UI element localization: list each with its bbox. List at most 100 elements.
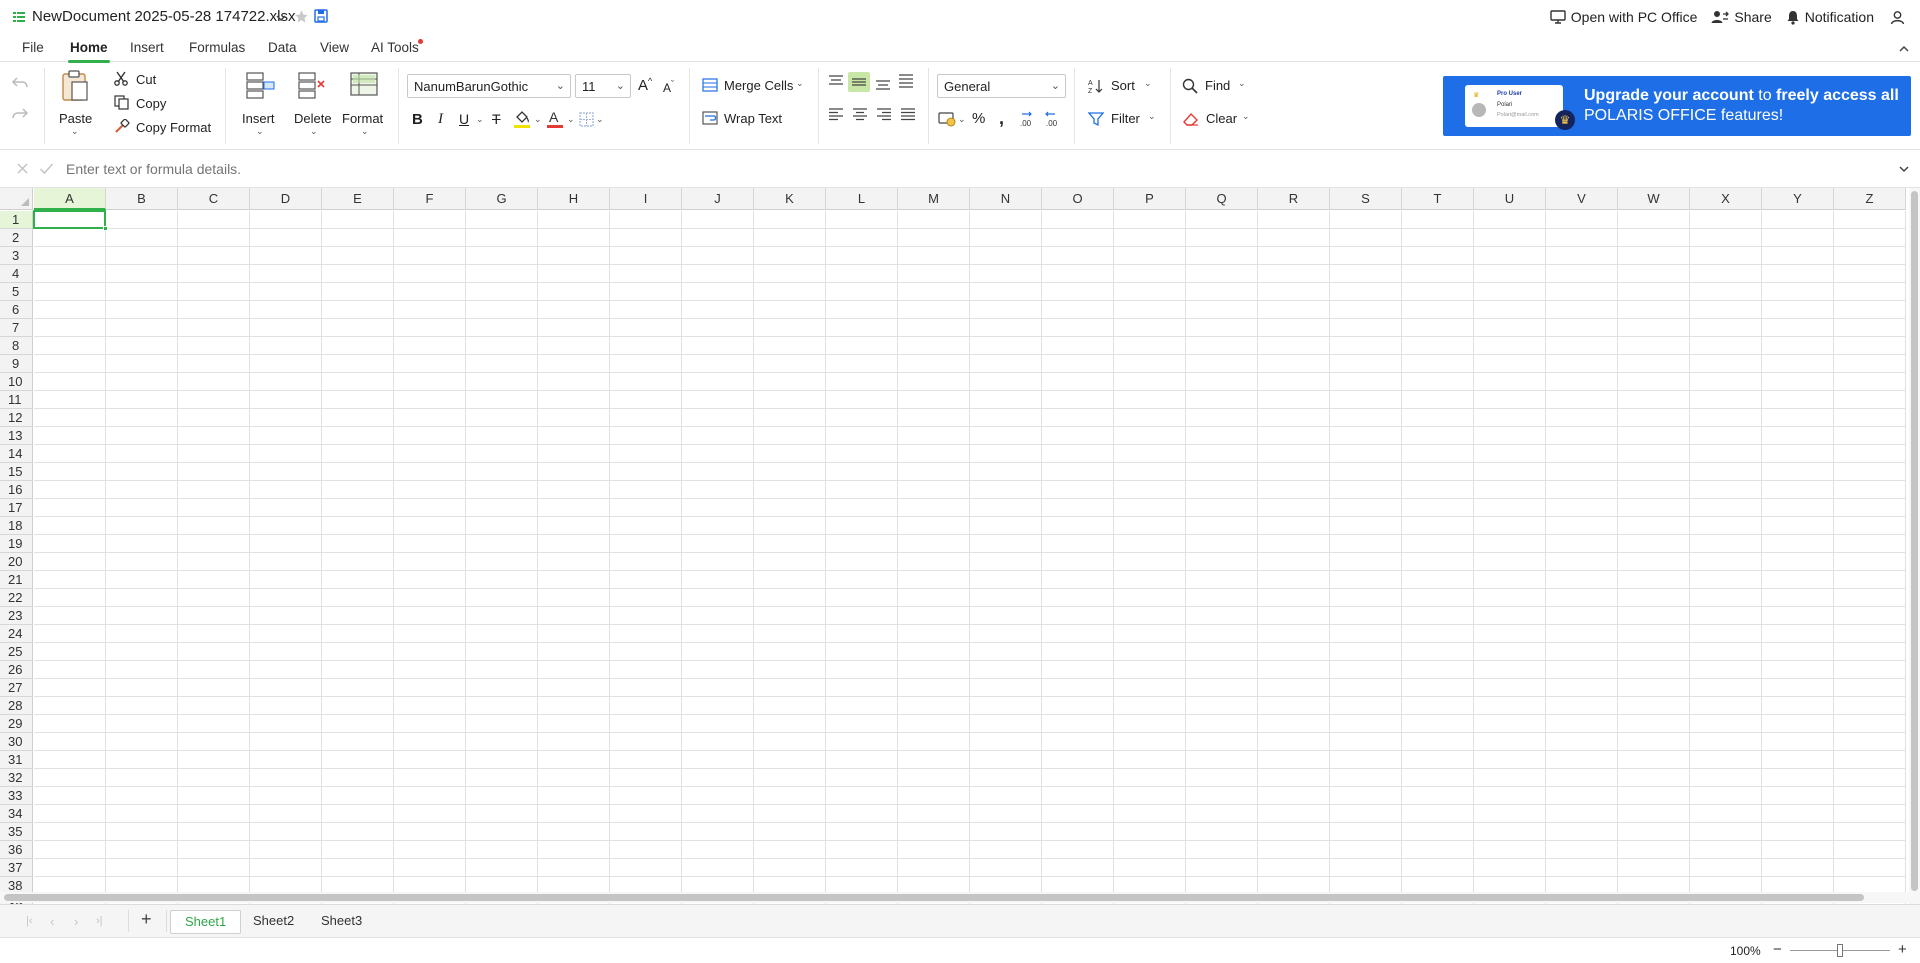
wrap-text-button[interactable]: Wrap Text	[700, 107, 800, 131]
horizontal-scrollbar[interactable]	[0, 892, 1909, 903]
align-center-icon[interactable]	[852, 107, 868, 124]
copy-button[interactable]: Copy	[112, 92, 202, 114]
align-top-icon[interactable]	[828, 74, 844, 91]
font-name-dropdown[interactable]: NanumBarunGothic ⌄	[407, 74, 571, 98]
row-header-26[interactable]: 26	[0, 661, 33, 679]
sheet-tab-sheet3[interactable]: Sheet3	[307, 910, 376, 934]
row-header-34[interactable]: 34	[0, 805, 33, 823]
row-header-17[interactable]: 17	[0, 499, 33, 517]
row-header-18[interactable]: 18	[0, 517, 33, 535]
row-header-27[interactable]: 27	[0, 679, 33, 697]
justify-icon[interactable]	[900, 107, 916, 124]
column-header-o[interactable]: O	[1042, 188, 1114, 210]
column-header-a[interactable]: A	[34, 188, 106, 210]
column-header-j[interactable]: J	[682, 188, 754, 210]
row-header-28[interactable]: 28	[0, 697, 33, 715]
formula-input[interactable]	[66, 158, 1566, 180]
column-header-m[interactable]: M	[898, 188, 970, 210]
open-with-pc-office-button[interactable]: Open with PC Office	[1550, 9, 1697, 25]
column-header-x[interactable]: X	[1690, 188, 1762, 210]
column-header-u[interactable]: U	[1474, 188, 1546, 210]
vertical-scrollbar[interactable]	[1909, 188, 1920, 904]
collapse-ribbon-icon[interactable]	[1898, 42, 1910, 57]
undo-icon[interactable]	[11, 76, 29, 93]
tab-insert[interactable]: Insert	[130, 40, 164, 55]
row-header-4[interactable]: 4	[0, 265, 33, 283]
italic-icon[interactable]: I	[438, 111, 443, 128]
column-header-s[interactable]: S	[1330, 188, 1402, 210]
row-header-3[interactable]: 3	[0, 247, 33, 265]
vertical-scroll-thumb[interactable]	[1911, 191, 1918, 891]
column-header-r[interactable]: R	[1258, 188, 1330, 210]
column-header-l[interactable]: L	[826, 188, 898, 210]
row-header-9[interactable]: 9	[0, 355, 33, 373]
row-header-12[interactable]: 12	[0, 409, 33, 427]
find-button[interactable]: Find ⌄	[1180, 74, 1250, 98]
insert-cells-button[interactable]: Insert ⌄	[240, 68, 280, 148]
row-header-10[interactable]: 10	[0, 373, 33, 391]
row-header-37[interactable]: 37	[0, 859, 33, 877]
row-header-32[interactable]: 32	[0, 769, 33, 787]
selected-cell[interactable]	[33, 210, 106, 229]
copy-format-button[interactable]: Copy Format	[112, 116, 222, 138]
increase-font-size-icon[interactable]: A^	[638, 76, 652, 94]
currency-format-icon[interactable]	[938, 110, 958, 131]
bold-icon[interactable]: B	[412, 111, 423, 128]
share-button[interactable]: Share	[1711, 9, 1772, 25]
paste-button[interactable]: Paste ⌄	[56, 68, 94, 148]
expand-formula-icon[interactable]	[1898, 162, 1910, 177]
column-header-v[interactable]: V	[1546, 188, 1618, 210]
cancel-formula-icon[interactable]	[16, 162, 29, 178]
chevron-down-icon[interactable]: ⌄	[596, 114, 604, 125]
row-header-35[interactable]: 35	[0, 823, 33, 841]
column-header-w[interactable]: W	[1618, 188, 1690, 210]
prev-sheet-icon[interactable]: ‹	[50, 914, 54, 929]
account-button[interactable]	[1890, 10, 1910, 25]
column-header-h[interactable]: H	[538, 188, 610, 210]
column-header-n[interactable]: N	[970, 188, 1042, 210]
borders-icon[interactable]	[579, 112, 594, 130]
spreadsheet-grid[interactable]: ABCDEFGHIJKLMNOPQRSTUVWXYZ 1 2 3 4 5 6 7 8 9 10 11…	[0, 188, 1920, 904]
tab-home[interactable]: Home	[68, 40, 110, 63]
justify-vertical-icon[interactable]	[898, 74, 914, 91]
row-header-24[interactable]: 24	[0, 625, 33, 643]
tab-formulas[interactable]: Formulas	[189, 40, 245, 55]
font-color-icon[interactable]: A	[546, 109, 564, 132]
row-header-14[interactable]: 14	[0, 445, 33, 463]
comma-style-icon[interactable]: ,	[999, 108, 1004, 129]
row-header-19[interactable]: 19	[0, 535, 33, 553]
zoom-in-button[interactable]: +	[1898, 941, 1907, 958]
horizontal-scroll-thumb[interactable]	[4, 894, 1864, 901]
row-header-16[interactable]: 16	[0, 481, 33, 499]
last-sheet-icon[interactable]: ›|	[96, 915, 103, 927]
tab-ai-tools[interactable]: AI Tools	[371, 40, 419, 55]
delete-cells-button[interactable]: Delete ⌄	[292, 68, 334, 148]
row-header-5[interactable]: 5	[0, 283, 33, 301]
fill-handle[interactable]	[103, 226, 108, 231]
column-header-b[interactable]: B	[106, 188, 178, 210]
column-header-c[interactable]: C	[178, 188, 250, 210]
fill-color-icon[interactable]	[513, 109, 531, 132]
chevron-down-icon[interactable]: ⌄	[567, 114, 575, 125]
align-bottom-icon[interactable]	[875, 76, 891, 93]
row-header-11[interactable]: 11	[0, 391, 33, 409]
row-header-23[interactable]: 23	[0, 607, 33, 625]
column-header-y[interactable]: Y	[1762, 188, 1834, 210]
chevron-down-icon[interactable]: ⌄	[476, 114, 484, 125]
first-sheet-icon[interactable]: |‹	[26, 915, 33, 927]
zoom-slider-thumb[interactable]	[1837, 944, 1843, 957]
row-header-6[interactable]: 6	[0, 301, 33, 319]
strikethrough-icon[interactable]: T	[492, 111, 501, 127]
cut-button[interactable]: Cut	[112, 68, 202, 90]
row-header-36[interactable]: 36	[0, 841, 33, 859]
row-header-25[interactable]: 25	[0, 643, 33, 661]
font-size-dropdown[interactable]: 11 ⌄	[575, 74, 631, 98]
column-header-z[interactable]: Z	[1834, 188, 1906, 210]
column-header-p[interactable]: P	[1114, 188, 1186, 210]
merge-cells-button[interactable]: Merge Cells ⌄	[700, 74, 810, 98]
row-header-20[interactable]: 20	[0, 553, 33, 571]
column-header-k[interactable]: K	[754, 188, 826, 210]
row-header-1[interactable]: 1	[0, 211, 33, 229]
row-header-29[interactable]: 29	[0, 715, 33, 733]
notification-button[interactable]: Notification	[1786, 9, 1874, 25]
